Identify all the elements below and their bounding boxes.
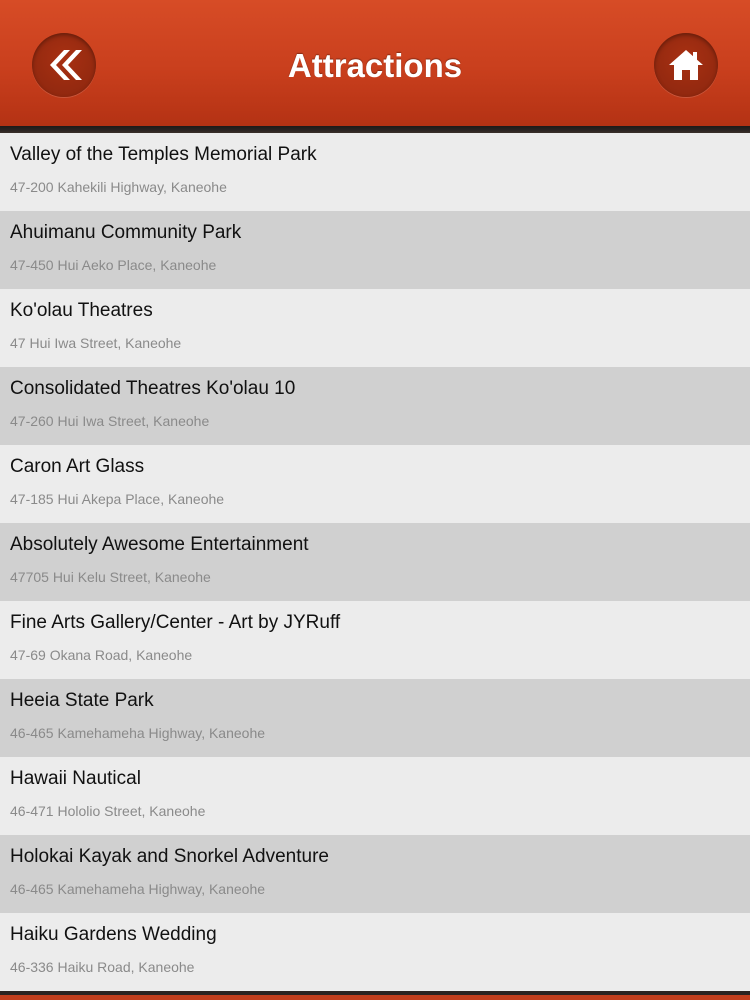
list-item[interactable]: Caron Art Glass 47-185 Hui Akepa Place, K… <box>0 445 750 523</box>
attraction-name: Valley of the Temples Memorial Park <box>10 144 317 165</box>
attraction-name: Holokai Kayak and Snorkel Adventure <box>10 846 329 867</box>
app-screen: Attractions Valley of the Temples Memori… <box>0 0 750 1000</box>
back-button[interactable] <box>32 33 96 97</box>
list-item[interactable]: Absolutely Awesome Entertainment 47705 Hu… <box>0 523 750 601</box>
attraction-name: Ko'olau Theatres <box>10 300 153 321</box>
list-item[interactable]: Ko'olau Theatres 47 Hui Iwa Street, Kaneo… <box>0 289 750 367</box>
attraction-name: Ahuimanu Community Park <box>10 222 242 243</box>
attraction-name: Haiku Gardens Wedding <box>10 924 217 945</box>
list-item[interactable]: Valley of the Temples Memorial Park 47-20… <box>0 133 750 211</box>
attraction-address: 46-465 Kamehameha Highway, Kaneohe <box>10 881 266 897</box>
attraction-name: Hawaii Nautical <box>10 768 141 789</box>
attraction-address: 46-471 Hololio Street, Kaneohe <box>10 803 206 819</box>
attraction-name: Heeia State Park <box>10 690 154 711</box>
list-item[interactable]: Hawaii Nautical 46-471 Hololio Street, Ka… <box>0 757 750 835</box>
attraction-address: 47-450 Hui Aeko Place, Kaneohe <box>10 257 217 273</box>
attraction-address: 47-260 Hui Iwa Street, Kaneohe <box>10 413 210 429</box>
home-button[interactable] <box>654 33 718 97</box>
attraction-address: 47-69 Okana Road, Kaneohe <box>10 647 193 663</box>
attraction-address: 47-200 Kahekili Highway, Kaneohe <box>10 179 227 195</box>
attraction-name: Absolutely Awesome Entertainment <box>10 534 309 555</box>
list-item[interactable]: Fine Arts Gallery/Center - Art by JYRuff… <box>0 601 750 679</box>
home-icon <box>669 50 703 80</box>
double-chevron-left-icon <box>50 50 82 80</box>
list-item[interactable]: Consolidated Theatres Ko'olau 10 47-260 H… <box>0 367 750 445</box>
attraction-name: Fine Arts Gallery/Center - Art by JYRuff <box>10 612 341 633</box>
attraction-address: 46-336 Haiku Road, Kaneohe <box>10 959 195 975</box>
attraction-address: 47-185 Hui Akepa Place, Kaneohe <box>10 491 225 507</box>
attractions-list: Valley of the Temples Memorial Park 47-20… <box>0 133 750 991</box>
attraction-address: 46-465 Kamehameha Highway, Kaneohe <box>10 725 266 741</box>
list-item[interactable]: Holokai Kayak and Snorkel Adventure 46-46… <box>0 835 750 913</box>
attraction-name: Caron Art Glass <box>10 456 145 477</box>
list-item[interactable]: Haiku Gardens Wedding 46-336 Haiku Road, … <box>0 913 750 991</box>
attraction-address: 47 Hui Iwa Street, Kaneohe <box>10 335 182 351</box>
attraction-name: Consolidated Theatres Ko'olau 10 <box>10 378 296 399</box>
page-title: Attractions <box>287 47 463 84</box>
attraction-address: 47705 Hui Kelu Street, Kaneohe <box>10 569 211 585</box>
footer-bar <box>0 995 750 1000</box>
list-item[interactable]: Ahuimanu Community Park 47-450 Hui Aeko P… <box>0 211 750 289</box>
list-item[interactable]: Heeia State Park 46-465 Kamehameha Highwa… <box>0 679 750 757</box>
